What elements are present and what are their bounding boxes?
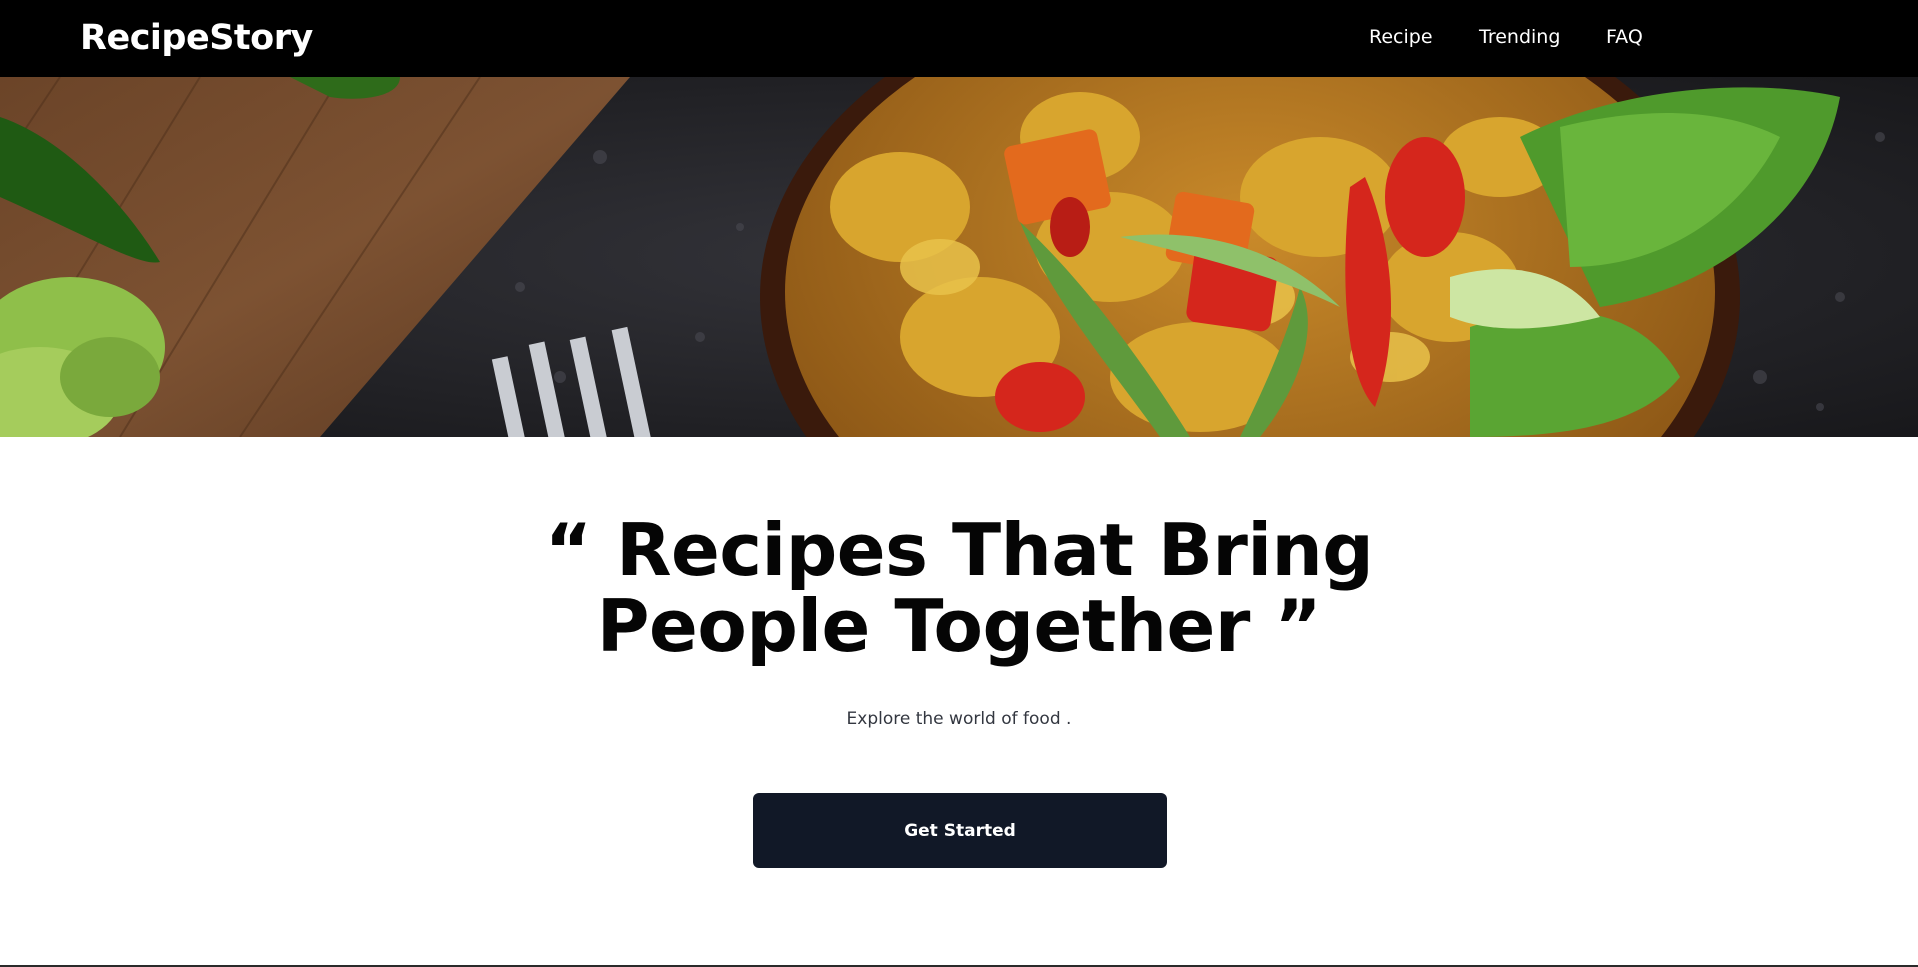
hero-headline: “ Recipes That Bring People Together ” bbox=[0, 512, 1918, 664]
nav-links: Recipe Trending FAQ bbox=[0, 24, 1918, 54]
nav-link-trending[interactable]: Trending bbox=[1479, 24, 1560, 50]
hero-tagline: Explore the world of food . bbox=[846, 709, 1072, 729]
hero-headline-line1: “ Recipes That Bring bbox=[544, 508, 1374, 592]
get-started-button[interactable]: Get Started bbox=[753, 793, 1167, 868]
nav-link-faq[interactable]: FAQ bbox=[1606, 24, 1643, 50]
hero-headline-line2: People Together ” bbox=[596, 584, 1322, 668]
top-navbar: RecipeStory Recipe Trending FAQ bbox=[0, 0, 1918, 77]
nav-link-recipe[interactable]: Recipe bbox=[1369, 24, 1433, 50]
hero-food-image bbox=[0, 77, 1918, 437]
